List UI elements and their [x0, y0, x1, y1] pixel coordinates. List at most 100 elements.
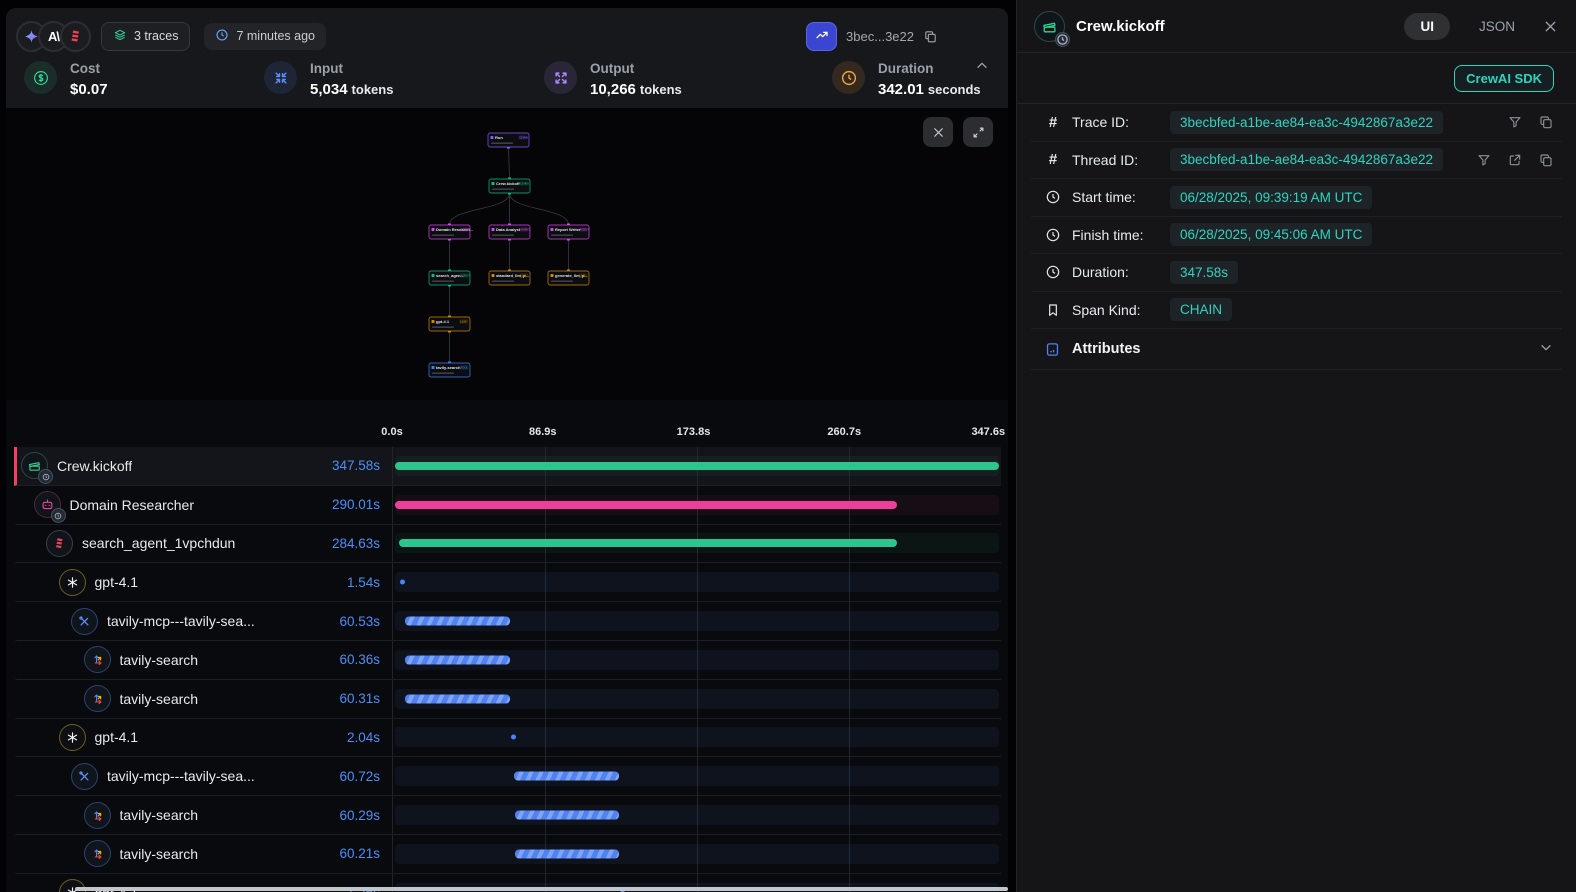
- trace-summary-header: A\ 3 traces 7 minutes ago: [6, 8, 1008, 108]
- span-bar: [514, 772, 619, 781]
- graph-node-crew[interactable]: Crew.kickoff CHAIN: [489, 179, 530, 193]
- axis-tick: 0.0s: [381, 426, 402, 438]
- trace-id-chip: 3bec...3e22: [806, 22, 938, 51]
- detail-row: Start time: 06/28/2025, 09:39:19 AM UTC: [1031, 179, 1562, 217]
- span-row[interactable]: tavily-mcp---tavily-sea... 60.72s: [14, 757, 1001, 796]
- span-row[interactable]: gpt-4.1 2.04s: [14, 719, 1001, 758]
- copy-icon[interactable]: [1538, 152, 1554, 168]
- detail-value[interactable]: 3becbfed-a1be-ae84-ea3c-4942867a3e22: [1170, 148, 1443, 171]
- span-timeline: [392, 447, 1001, 485]
- crewai-logo-icon[interactable]: [60, 21, 91, 52]
- svg-text:Report Writer: Report Writer: [555, 227, 581, 232]
- tab-ui[interactable]: UI: [1404, 13, 1450, 40]
- clock-icon: [215, 28, 229, 45]
- detail-row: Span Kind: CHAIN: [1031, 292, 1562, 330]
- span-name: tavily-mcp---tavily-sea...: [107, 613, 255, 629]
- span-duration: 60.29s: [339, 808, 392, 823]
- provider-avatars[interactable]: A\: [16, 21, 82, 52]
- span-duration: 60.21s: [339, 846, 392, 861]
- graph-node-search[interactable]: search_agen... AGENT: [429, 271, 470, 285]
- svg-text:CHAIN: CHAIN: [521, 182, 530, 186]
- span-track: [395, 572, 999, 592]
- detail-value[interactable]: 3becbfed-a1be-ae84-ea3c-4942867a3e22: [1170, 111, 1443, 134]
- detail-value[interactable]: 06/28/2025, 09:39:19 AM UTC: [1170, 186, 1372, 209]
- detail-label: Duration:: [1072, 264, 1160, 280]
- span-bar: [400, 580, 405, 585]
- traces-count-badge[interactable]: 3 traces: [101, 22, 190, 51]
- span-timeline: [392, 563, 1001, 601]
- metric-label: Cost: [70, 61, 112, 76]
- svg-text:LLM: LLM: [580, 274, 586, 278]
- close-graph-button[interactable]: [923, 117, 953, 147]
- graph-node-run[interactable]: Run CHAIN: [488, 133, 529, 147]
- span-timeline: [392, 757, 1001, 795]
- crewai-sdk-badge[interactable]: CrewAI SDK: [1454, 65, 1554, 92]
- filter-icon[interactable]: [1507, 114, 1523, 130]
- graph-node-analyst[interactable]: Data Analyst AGENT: [489, 225, 530, 239]
- axis-tick: 260.7s: [827, 426, 861, 438]
- graph-node-standard[interactable]: standard_llm_p... LLM: [489, 271, 530, 285]
- detail-value[interactable]: CHAIN: [1170, 298, 1232, 321]
- metric-value: $0.07: [70, 81, 108, 98]
- span-row[interactable]: gpt-4.1 1.54s: [14, 563, 1001, 602]
- graph-node-tavily[interactable]: tavily-search TOOL: [429, 363, 470, 377]
- span-timeline: [392, 835, 1001, 873]
- detail-value[interactable]: 06/28/2025, 09:45:06 AM UTC: [1170, 223, 1372, 246]
- svg-text:AGENT: AGENT: [521, 228, 531, 232]
- svg-text:tavily-search: tavily-search: [436, 365, 461, 370]
- span-bar: [405, 694, 510, 703]
- close-icon[interactable]: [1542, 18, 1559, 35]
- span-detail-panel: Crew.kickoff UI JSON CrewAI SDK # Trace …: [1016, 0, 1576, 892]
- span-duration: 2.04s: [347, 730, 392, 745]
- svg-text:CHAIN: CHAIN: [520, 136, 529, 140]
- span-row[interactable]: tavily-search 60.29s: [14, 796, 1001, 835]
- attributes-section-toggle[interactable]: Attributes: [1031, 329, 1562, 370]
- span-duration: 290.01s: [332, 497, 392, 512]
- span-name: Domain Researcher: [70, 497, 195, 513]
- span-bar: [405, 655, 510, 664]
- layers-icon: [113, 28, 127, 45]
- crewai-icon: [46, 530, 73, 557]
- tools-icon: [71, 608, 98, 635]
- trace-graph-area[interactable]: Run CHAIN Crew.kickoff CHAIN Domain Rese…: [6, 108, 1008, 400]
- span-row[interactable]: tavily-search 60.31s: [14, 680, 1001, 719]
- svg-text:AGENT: AGENT: [580, 228, 590, 232]
- chevron-up-icon[interactable]: [974, 58, 990, 74]
- span-row[interactable]: tavily-mcp---tavily-sea... 60.53s: [14, 602, 1001, 641]
- graph-node-gpt[interactable]: gpt-4.1 LLM: [429, 317, 470, 331]
- graph-node-writer[interactable]: Report Writer AGENT: [548, 225, 589, 239]
- agent-icon: [34, 491, 61, 518]
- copy-icon[interactable]: [923, 29, 938, 44]
- tab-json[interactable]: JSON: [1479, 19, 1515, 34]
- horizontal-scrollbar[interactable]: [75, 887, 1008, 891]
- span-track: [395, 727, 999, 747]
- span-bar: [515, 849, 620, 858]
- chevron-down-icon[interactable]: [1538, 339, 1562, 360]
- graph-node-domain[interactable]: Domain Research... AGENT: [429, 225, 473, 239]
- app-root: A\ 3 traces 7 minutes ago: [0, 0, 1576, 892]
- span-row[interactable]: Domain Researcher 290.01s: [14, 486, 1001, 525]
- trace-graph[interactable]: Run CHAIN Crew.kickoff CHAIN Domain Rese…: [6, 108, 1008, 400]
- span-bar: [399, 539, 897, 547]
- filter-icon[interactable]: [1476, 152, 1492, 168]
- dollar-icon: [24, 61, 57, 94]
- tools-icon: [71, 763, 98, 790]
- external-link-icon[interactable]: [1507, 152, 1523, 168]
- span-row[interactable]: search_agent_1vpchdun 284.63s: [14, 525, 1001, 564]
- span-row[interactable]: tavily-search 60.36s: [14, 641, 1001, 680]
- trending-chart-button[interactable]: [806, 22, 837, 51]
- time-ago-badge[interactable]: 7 minutes ago: [204, 23, 326, 50]
- span-waterfall: 0.0s86.9s173.8s260.7s347.6s Crew.kickoff…: [6, 400, 1008, 892]
- span-row[interactable]: tavily-search 60.21s: [14, 835, 1001, 874]
- trace-short-id: 3bec...3e22: [846, 29, 914, 44]
- span-track: [395, 766, 999, 786]
- copy-icon[interactable]: [1538, 114, 1554, 130]
- span-track: [395, 805, 999, 825]
- expand-graph-button[interactable]: [963, 117, 993, 147]
- traces-count-label: 3 traces: [134, 29, 178, 43]
- metric-cost: Cost $0.07: [24, 61, 264, 99]
- detail-value[interactable]: 347.58s: [1170, 261, 1238, 284]
- time-ago-label: 7 minutes ago: [236, 29, 315, 43]
- graph-node-generate[interactable]: generate_llm_p... LLM: [548, 271, 589, 285]
- span-row[interactable]: Crew.kickoff 347.58s: [14, 447, 1001, 486]
